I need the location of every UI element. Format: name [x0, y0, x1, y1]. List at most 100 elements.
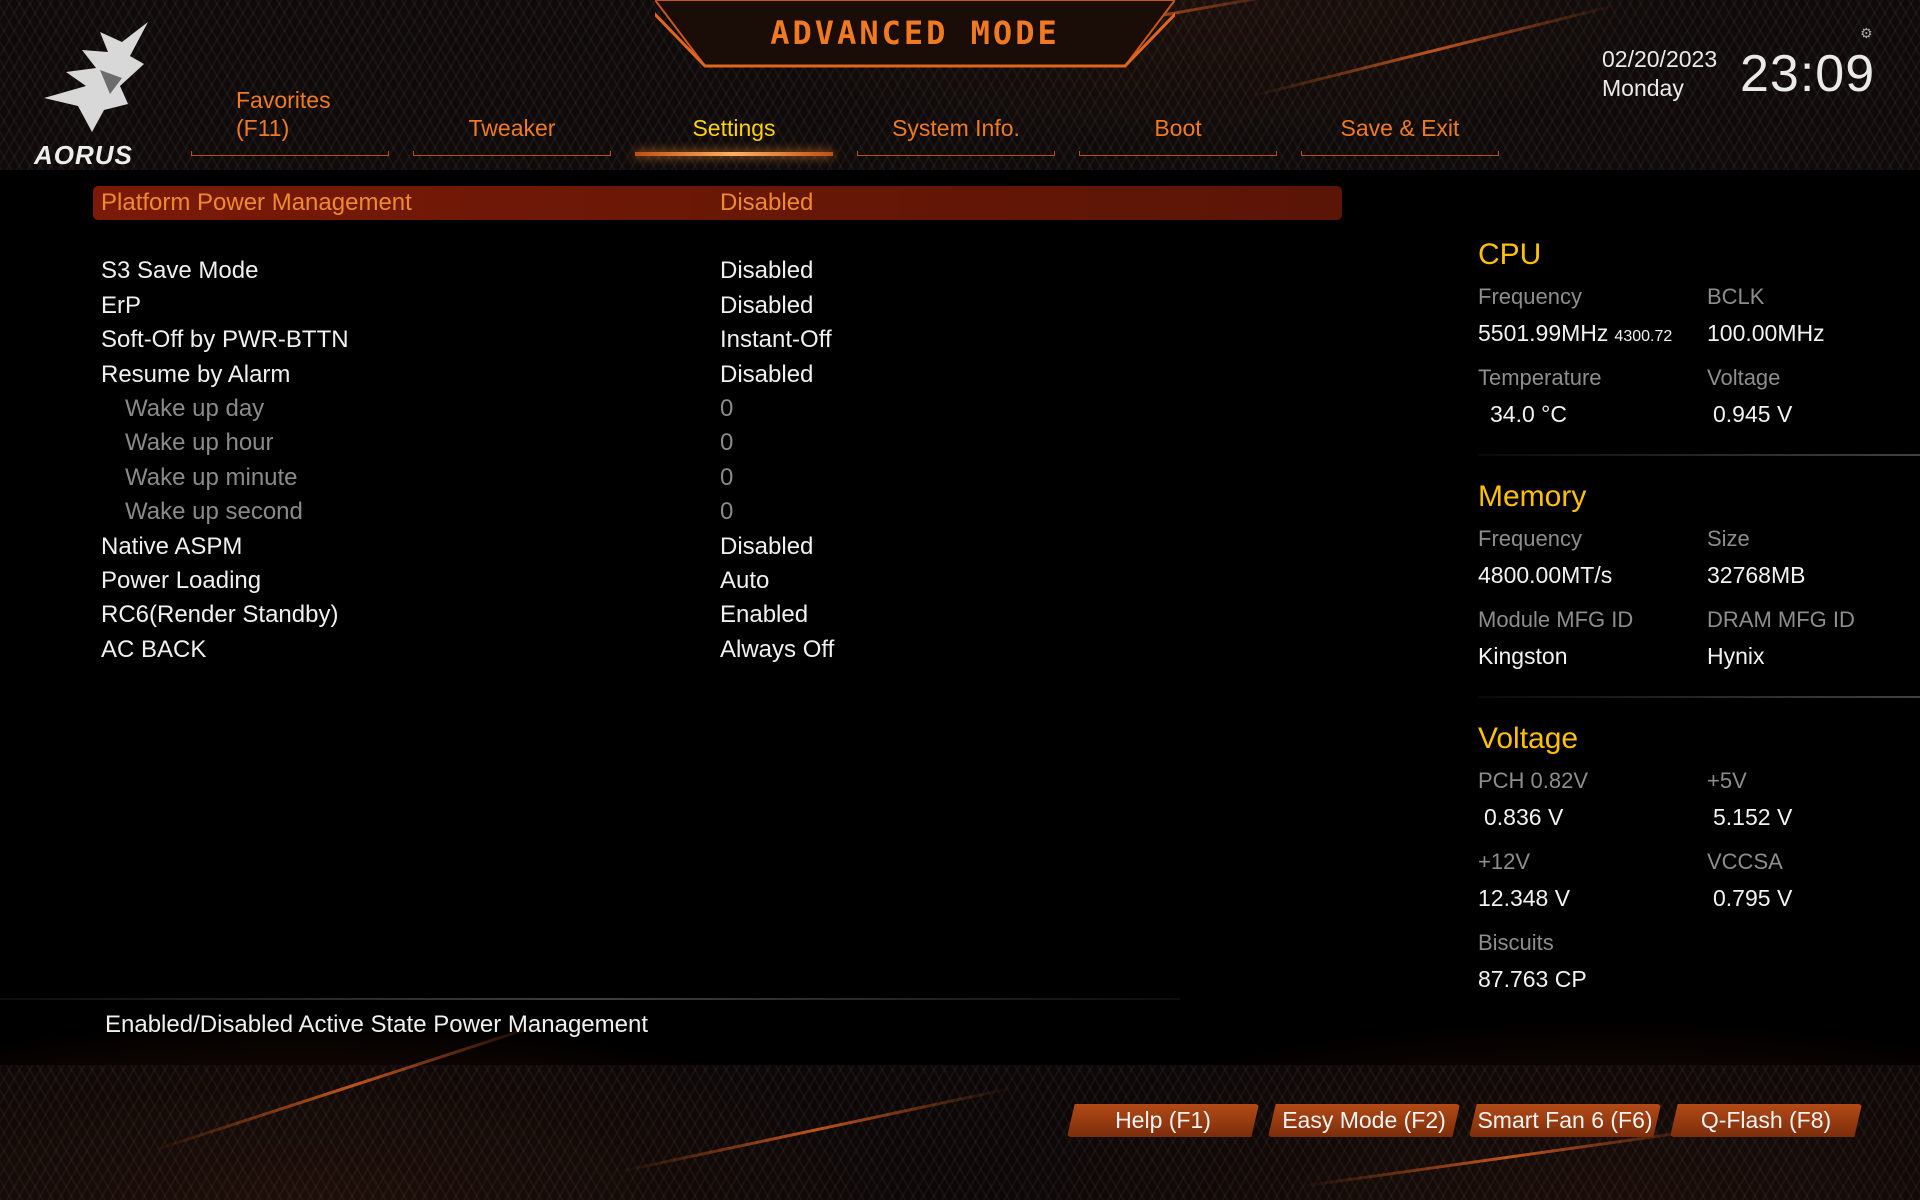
- memory-size-value: 32768MB: [1707, 562, 1806, 588]
- dram-mfg-value: Hynix: [1707, 643, 1765, 669]
- cpu-section-title: CPU: [1478, 238, 1542, 271]
- section-divider: [1478, 696, 1920, 698]
- setting-value[interactable]: Instant-Off: [720, 326, 832, 354]
- setting-row-wake-up-second: Wake up second 0: [93, 495, 1343, 529]
- setting-value[interactable]: Always Off: [720, 636, 834, 664]
- bclk-value: 100.00MHz: [1707, 320, 1825, 346]
- cpu-voltage-value: 0.945 V: [1713, 401, 1793, 427]
- setting-label: Wake up hour: [125, 429, 274, 457]
- setting-label: AC BACK: [101, 635, 207, 663]
- tab-underline: [1301, 151, 1499, 156]
- vccsa-value: 0.795 V: [1713, 885, 1793, 911]
- setting-label: S3 Save Mode: [101, 257, 259, 285]
- date-value: 02/20/2023: [1602, 46, 1718, 72]
- help-button[interactable]: Help (F1): [1067, 1104, 1259, 1137]
- setting-label: Platform Power Management: [101, 189, 412, 216]
- setting-label: Wake up minute: [125, 463, 298, 491]
- setting-label: Resume by Alarm: [101, 360, 291, 388]
- voltage-12v-vccsa: +12V VCCSA 12.348 V 0.795 V: [1478, 845, 1920, 926]
- mode-banner: ADVANCED MODE: [655, 0, 1175, 72]
- setting-row-resume-by-alarm[interactable]: Resume by Alarm Disabled: [93, 358, 1343, 392]
- biscuits-value: 87.763 CP: [1478, 966, 1587, 992]
- vccsa-label: VCCSA: [1707, 849, 1783, 874]
- memory-frequency-value: 4800.00MT/s: [1478, 562, 1613, 588]
- tab-underline: [857, 151, 1055, 156]
- tab-underline: [1079, 151, 1277, 156]
- cpu-frequency-label: Frequency: [1478, 284, 1582, 309]
- tab-favorites[interactable]: Favorites (F11): [191, 80, 389, 156]
- pch-value: 0.836 V: [1484, 804, 1564, 830]
- memory-frequency-size: Frequency Size 4800.00MT/s 32768MB: [1478, 522, 1920, 603]
- system-info-panel: CPU Frequency BCLK 5501.99MHz 4300.72 100…: [1478, 238, 1920, 1007]
- setting-label: Power Loading: [101, 566, 262, 594]
- dram-mfg-label: DRAM MFG ID: [1707, 607, 1855, 632]
- setting-label: Soft-Off by PWR-BTTN: [101, 326, 349, 354]
- tab-save-exit-label: Save & Exit: [1340, 115, 1460, 141]
- advanced-mode-title: ADVANCED MODE: [770, 14, 1060, 52]
- setting-value[interactable]: Disabled: [720, 257, 813, 285]
- help-description: Enabled/Disabled Active State Power Mana…: [105, 1011, 648, 1038]
- cpu-frequency-value: 5501.99MHz 4300.72: [1478, 320, 1672, 347]
- tab-system-info-label: System Info.: [892, 115, 1020, 141]
- setting-row-native-aspm[interactable]: Native ASPM Disabled: [93, 530, 1343, 564]
- setting-value: 0: [720, 463, 734, 491]
- bclk-label: BCLK: [1707, 284, 1765, 309]
- voltage-section-title: Voltage: [1478, 722, 1579, 755]
- setting-value[interactable]: Disabled: [720, 361, 813, 389]
- qflash-button[interactable]: Q-Flash (F8): [1670, 1104, 1862, 1137]
- tab-favorites-label-line2: (F11): [236, 115, 290, 141]
- cpu-voltage-label: Voltage: [1707, 365, 1781, 390]
- setting-row-soft-off[interactable]: Soft-Off by PWR-BTTN Instant-Off: [93, 323, 1343, 357]
- module-mfg-value: Kingston: [1478, 643, 1568, 669]
- voltage-pch-5v: PCH 0.82V +5V 0.836 V 5.152 V: [1478, 764, 1920, 845]
- setting-value[interactable]: Enabled: [720, 601, 808, 629]
- tab-system-info[interactable]: System Info.: [857, 80, 1055, 156]
- tab-tweaker-label: Tweaker: [468, 115, 556, 141]
- setting-row-platform-power-management[interactable]: Platform Power Management Disabled: [93, 186, 1342, 221]
- setting-value[interactable]: Disabled: [720, 189, 813, 217]
- setting-row-power-loading[interactable]: Power Loading Auto: [93, 564, 1343, 598]
- setting-row-wake-up-day: Wake up day 0: [93, 392, 1343, 426]
- cpu-frequency-sub: 4300.72: [1614, 328, 1673, 345]
- setting-row-wake-up-hour: Wake up hour 0: [93, 426, 1343, 460]
- setting-row-ac-back[interactable]: AC BACK Always Off: [93, 633, 1343, 667]
- cpu-frequency-bclk: Frequency BCLK 5501.99MHz 4300.72 100.00M…: [1478, 280, 1920, 361]
- memory-frequency-label: Frequency: [1478, 526, 1582, 551]
- tab-active-underline: [635, 152, 833, 156]
- cpu-temperature-value: 34.0 °C: [1490, 401, 1567, 427]
- p12v-label: +12V: [1478, 849, 1530, 874]
- date-display: 02/20/2023 Monday: [1602, 45, 1717, 103]
- memory-section-title: Memory: [1478, 480, 1587, 513]
- tab-tweaker[interactable]: Tweaker: [413, 80, 611, 156]
- tab-save-exit[interactable]: Save & Exit: [1301, 80, 1499, 156]
- clock-display: 23:09: [1740, 45, 1876, 103]
- biscuits-label: Biscuits: [1478, 930, 1554, 955]
- weekday-value: Monday: [1602, 75, 1684, 101]
- pch-label: PCH 0.82V: [1478, 768, 1589, 793]
- cpu-temp-voltage: Temperature Voltage 34.0 °C 0.945 V: [1478, 361, 1920, 442]
- tab-favorites-label-line1: Favorites: [236, 87, 331, 113]
- setting-value[interactable]: Disabled: [720, 292, 813, 320]
- setting-label: Native ASPM: [101, 532, 243, 560]
- memory-mfg: Module MFG ID DRAM MFG ID Kingston Hynix: [1478, 603, 1920, 684]
- voltage-biscuits: Biscuits 87.763 CP: [1478, 926, 1920, 1007]
- tab-settings-label: Settings: [692, 115, 776, 141]
- aorus-logo-text: AORUS: [34, 140, 133, 170]
- tab-boot[interactable]: Boot: [1079, 80, 1277, 156]
- p5v-value: 5.152 V: [1713, 804, 1793, 830]
- p5v-label: +5V: [1707, 768, 1747, 793]
- setting-label: ErP: [101, 291, 142, 319]
- setting-row-wake-up-minute: Wake up minute 0: [93, 461, 1343, 495]
- setting-value[interactable]: Disabled: [720, 533, 813, 561]
- setting-row-erp[interactable]: ErP Disabled: [93, 289, 1343, 323]
- setting-row-s3-save-mode[interactable]: S3 Save Mode Disabled: [93, 254, 1343, 288]
- gear-icon[interactable]: ⚙: [1860, 26, 1873, 42]
- tab-settings[interactable]: Settings: [635, 80, 833, 156]
- easy-mode-button[interactable]: Easy Mode (F2): [1268, 1104, 1460, 1137]
- setting-row-rc6[interactable]: RC6(Render Standby) Enabled: [93, 598, 1343, 632]
- tab-boot-label: Boot: [1154, 115, 1202, 141]
- smart-fan-button[interactable]: Smart Fan 6 (F6): [1469, 1104, 1661, 1137]
- setting-value[interactable]: Auto: [720, 567, 769, 595]
- tab-underline: [413, 151, 611, 156]
- help-divider: [0, 998, 1180, 1000]
